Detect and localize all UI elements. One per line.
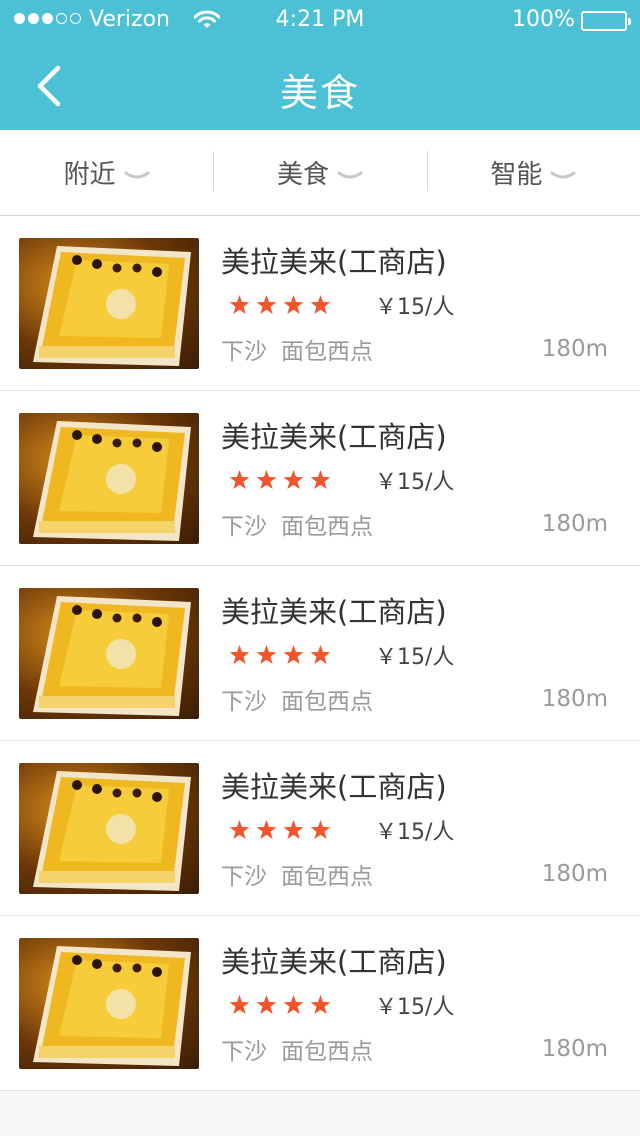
list-item[interactable]: 美拉美来(工商店) ￥15/人 下沙 面包西点 180m — [0, 741, 640, 916]
category-tag: 面包西点 — [281, 689, 373, 715]
restaurant-name: 美拉美来(工商店) — [221, 945, 447, 979]
star-icon — [310, 470, 331, 489]
star-icon — [256, 295, 277, 314]
filter-smart-sort[interactable]: 智能 — [426, 130, 640, 215]
area-tag: 下沙 — [221, 1039, 267, 1065]
star-icon — [229, 820, 250, 839]
star-icon — [283, 820, 304, 839]
star-rating — [229, 995, 331, 1015]
details-row: 下沙 面包西点 180m — [221, 507, 608, 541]
star-icon — [256, 820, 277, 839]
star-icon — [310, 820, 331, 839]
area-tag: 下沙 — [221, 864, 267, 890]
distance-label: 180m — [541, 336, 608, 362]
nav-bar: 美食 — [0, 40, 640, 130]
restaurant-info: 美拉美来(工商店) ￥15/人 下沙 面包西点 180m — [221, 594, 608, 716]
filter-label: 美食 — [276, 160, 329, 190]
rating-row: ￥15/人 — [221, 290, 608, 320]
filter-nearby[interactable]: 附近 — [0, 130, 213, 215]
page-title: 美食 — [279, 71, 360, 115]
star-icon — [229, 470, 250, 489]
details-row: 下沙 面包西点 180m — [221, 1032, 608, 1066]
details-row: 下沙 面包西点 180m — [221, 682, 608, 716]
restaurant-thumbnail — [19, 763, 199, 894]
restaurant-info: 美拉美来(工商店) ￥15/人 下沙 面包西点 180m — [221, 944, 608, 1066]
restaurant-name: 美拉美来(工商店) — [221, 770, 447, 804]
area-tag: 下沙 — [221, 339, 267, 365]
category-tag: 面包西点 — [281, 1039, 373, 1065]
restaurant-thumbnail — [19, 588, 199, 719]
category-tag: 面包西点 — [281, 514, 373, 540]
restaurant-name: 美拉美来(工商店) — [221, 595, 447, 629]
chevron-down-icon — [337, 170, 363, 182]
app-screen: Verizon 4:21 PM 100% 美食 附近 美食 智能 美拉美来(工商… — [0, 0, 640, 1136]
restaurant-thumbnail — [19, 938, 199, 1069]
battery-percent: 100% — [512, 7, 575, 32]
list-item[interactable]: 美拉美来(工商店) ￥15/人 下沙 面包西点 180m — [0, 566, 640, 741]
filter-label: 附近 — [63, 160, 116, 190]
rating-row: ￥15/人 — [221, 815, 608, 845]
star-icon — [283, 295, 304, 314]
details-row: 下沙 面包西点 180m — [221, 332, 608, 366]
star-rating — [229, 645, 331, 665]
star-icon — [283, 995, 304, 1014]
restaurant-name: 美拉美来(工商店) — [221, 420, 447, 454]
restaurant-thumbnail — [19, 413, 199, 544]
header: Verizon 4:21 PM 100% 美食 — [0, 0, 640, 130]
restaurant-info: 美拉美来(工商店) ￥15/人 下沙 面包西点 180m — [221, 244, 608, 366]
restaurant-info: 美拉美来(工商店) ￥15/人 下沙 面包西点 180m — [221, 769, 608, 891]
list-item[interactable]: 美拉美来(工商店) ￥15/人 下沙 面包西点 180m — [0, 216, 640, 391]
category-tag: 面包西点 — [281, 864, 373, 890]
star-icon — [229, 995, 250, 1014]
star-icon — [310, 995, 331, 1014]
star-icon — [256, 645, 277, 664]
star-icon — [229, 645, 250, 664]
status-bar: Verizon 4:21 PM 100% — [0, 0, 640, 40]
star-icon — [256, 470, 277, 489]
distance-label: 180m — [541, 686, 608, 712]
star-rating — [229, 470, 331, 490]
price-per-person: ￥15/人 — [375, 470, 455, 495]
distance-label: 180m — [541, 861, 608, 887]
price-per-person: ￥15/人 — [375, 645, 455, 670]
restaurant-list: 美拉美来(工商店) ￥15/人 下沙 面包西点 180m 美拉美来(工商店) ￥… — [0, 216, 640, 1091]
star-rating — [229, 820, 331, 840]
star-icon — [310, 645, 331, 664]
star-icon — [256, 995, 277, 1014]
restaurant-thumbnail — [19, 238, 199, 369]
distance-label: 180m — [541, 1036, 608, 1062]
filter-category[interactable]: 美食 — [213, 130, 426, 215]
star-icon — [229, 295, 250, 314]
star-icon — [283, 645, 304, 664]
filter-bar: 附近 美食 智能 — [0, 130, 640, 216]
star-icon — [283, 470, 304, 489]
battery-icon — [581, 11, 631, 31]
list-item[interactable]: 美拉美来(工商店) ￥15/人 下沙 面包西点 180m — [0, 391, 640, 566]
chevron-down-icon — [124, 170, 150, 182]
details-row: 下沙 面包西点 180m — [221, 857, 608, 891]
rating-row: ￥15/人 — [221, 990, 608, 1020]
rating-row: ￥15/人 — [221, 640, 608, 670]
list-item[interactable]: 美拉美来(工商店) ￥15/人 下沙 面包西点 180m — [0, 916, 640, 1091]
price-per-person: ￥15/人 — [375, 995, 455, 1020]
restaurant-info: 美拉美来(工商店) ￥15/人 下沙 面包西点 180m — [221, 419, 608, 541]
chevron-down-icon — [550, 170, 576, 182]
restaurant-name: 美拉美来(工商店) — [221, 245, 447, 279]
price-per-person: ￥15/人 — [375, 820, 455, 845]
distance-label: 180m — [541, 511, 608, 537]
area-tag: 下沙 — [221, 689, 267, 715]
price-per-person: ￥15/人 — [375, 295, 455, 320]
area-tag: 下沙 — [221, 514, 267, 540]
filter-label: 智能 — [490, 160, 543, 190]
star-rating — [229, 295, 331, 315]
star-icon — [310, 295, 331, 314]
rating-row: ￥15/人 — [221, 465, 608, 495]
category-tag: 面包西点 — [281, 339, 373, 365]
